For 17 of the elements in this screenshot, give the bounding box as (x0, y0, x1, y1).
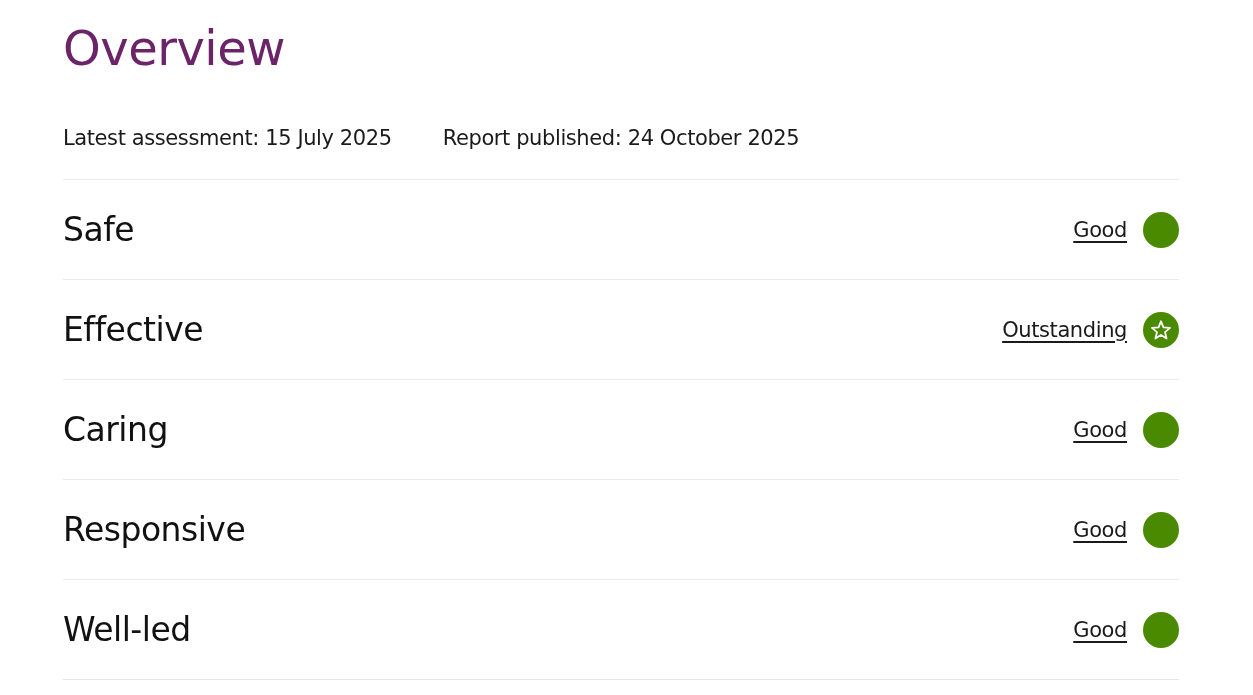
circle-icon (1143, 411, 1179, 448)
category-name: Responsive (63, 510, 246, 549)
rating-link[interactable]: Good (1073, 217, 1127, 242)
rating-link[interactable]: Good (1073, 617, 1127, 642)
category-name: Effective (63, 310, 203, 349)
rating-link[interactable]: Good (1073, 517, 1127, 542)
circle-icon (1143, 611, 1179, 648)
category-name: Safe (63, 210, 135, 249)
rating-link[interactable]: Outstanding (1002, 317, 1127, 342)
circle-icon (1143, 211, 1179, 248)
date-text: Latest assessment: 15 July 2025 (63, 126, 392, 150)
date-text: Report published: 24 October 2025 (442, 126, 800, 150)
circle-icon (1143, 511, 1179, 548)
category-name: Caring (63, 410, 168, 449)
page-heading: Overview (63, 19, 286, 78)
category-name: Well-led (63, 610, 191, 649)
rating-link[interactable]: Good (1073, 417, 1127, 442)
